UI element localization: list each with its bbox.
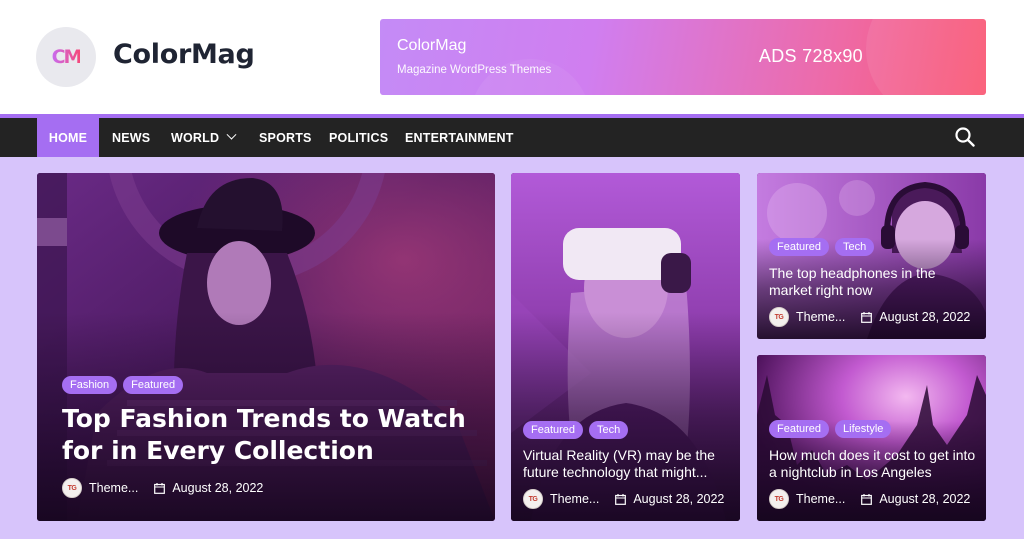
post-title[interactable]: Top Fashion Trends to Watch for in Every… bbox=[62, 403, 482, 467]
post-author[interactable]: Theme... bbox=[89, 481, 138, 495]
tag-tech[interactable]: Tech bbox=[835, 238, 875, 256]
post-author[interactable]: Theme... bbox=[550, 492, 599, 506]
post-meta: TG Theme... August 28, 2022 bbox=[62, 478, 263, 498]
post-date[interactable]: August 28, 2022 bbox=[633, 492, 724, 506]
search-icon[interactable] bbox=[955, 127, 975, 147]
post-date[interactable]: August 28, 2022 bbox=[879, 310, 970, 324]
post-title[interactable]: How much does it cost to get into a nigh… bbox=[769, 447, 979, 481]
site-title[interactable]: ColorMag bbox=[113, 39, 255, 70]
nav-item-label: HOME bbox=[48, 130, 88, 145]
nav-item-label: SPORTS bbox=[259, 130, 312, 145]
tag-featured[interactable]: Featured bbox=[769, 238, 830, 256]
post-meta: TG Theme... August 28, 2022 bbox=[523, 489, 724, 509]
ad-title: ColorMag bbox=[397, 37, 467, 54]
post-tags: Featured Tech bbox=[769, 238, 875, 256]
post-author[interactable]: Theme... bbox=[796, 492, 845, 506]
nav-item-world[interactable]: WORLD bbox=[171, 118, 237, 157]
site-header: CM ColorMag ColorMag Magazine WordPress … bbox=[0, 0, 1024, 114]
logo-text: CM bbox=[51, 46, 83, 68]
author-avatar[interactable]: TG bbox=[769, 307, 789, 327]
author-badge: TG bbox=[67, 484, 77, 492]
post-card-vr[interactable]: Featured Tech Virtual Reality (VR) may b… bbox=[511, 173, 740, 521]
post-title[interactable]: The top headphones in the market right n… bbox=[769, 265, 979, 299]
tag-featured[interactable]: Featured bbox=[769, 420, 830, 438]
chevron-down-icon bbox=[226, 129, 237, 140]
nav-item-label: WORLD bbox=[171, 130, 220, 145]
nav-item-label: POLITICS bbox=[329, 130, 389, 145]
ad-subtitle: Magazine WordPress Themes bbox=[397, 64, 552, 76]
post-tags: Featured Lifestyle bbox=[769, 420, 892, 438]
author-badge: TG bbox=[774, 495, 784, 503]
post-meta: TG Theme... August 28, 2022 bbox=[769, 307, 970, 327]
author-avatar[interactable]: TG bbox=[62, 478, 82, 498]
calendar-icon bbox=[861, 493, 873, 505]
calendar-icon bbox=[861, 311, 873, 323]
post-card-nightclub[interactable]: Featured Lifestyle How much does it cost… bbox=[757, 355, 986, 521]
ad-size-label: ADS 728x90 bbox=[758, 46, 863, 66]
author-avatar[interactable]: TG bbox=[523, 489, 543, 509]
calendar-icon bbox=[615, 493, 627, 505]
tag-featured[interactable]: Featured bbox=[523, 421, 584, 439]
calendar-icon bbox=[154, 482, 166, 494]
tag-fashion[interactable]: Fashion bbox=[62, 376, 118, 394]
post-meta: TG Theme... August 28, 2022 bbox=[769, 489, 970, 509]
post-author[interactable]: Theme... bbox=[796, 310, 845, 324]
tag-featured[interactable]: Featured bbox=[123, 376, 184, 394]
main-navigation: HOME NEWS WORLD SPORTS POLITICS ENTERTAI… bbox=[0, 114, 1024, 157]
nav-item-entertainment[interactable]: ENTERTAINMENT bbox=[405, 118, 514, 157]
nav-item-politics[interactable]: POLITICS bbox=[329, 118, 388, 157]
tag-lifestyle[interactable]: Lifestyle bbox=[835, 420, 892, 438]
site-logo[interactable]: CM bbox=[36, 27, 96, 87]
author-avatar[interactable]: TG bbox=[769, 489, 789, 509]
featured-grid: Fashion Featured Top Fashion Trends to W… bbox=[0, 157, 1024, 539]
post-date[interactable]: August 28, 2022 bbox=[172, 481, 263, 495]
post-tags: Featured Tech bbox=[523, 421, 629, 439]
nav-item-label: NEWS bbox=[112, 130, 151, 145]
post-title[interactable]: Virtual Reality (VR) may be the future t… bbox=[523, 447, 733, 481]
ad-banner[interactable]: ColorMag Magazine WordPress Themes ADS 7… bbox=[380, 19, 986, 95]
nav-item-news[interactable]: NEWS bbox=[112, 118, 150, 157]
nav-item-home[interactable]: HOME bbox=[37, 118, 99, 157]
post-card-headphones[interactable]: Featured Tech The top headphones in the … bbox=[757, 173, 986, 339]
nav-item-sports[interactable]: SPORTS bbox=[259, 118, 312, 157]
author-badge: TG bbox=[528, 495, 538, 503]
tag-tech[interactable]: Tech bbox=[589, 421, 629, 439]
author-badge: TG bbox=[774, 313, 784, 321]
post-date[interactable]: August 28, 2022 bbox=[879, 492, 970, 506]
nav-item-label: ENTERTAINMENT bbox=[405, 130, 514, 145]
post-card-fashion[interactable]: Fashion Featured Top Fashion Trends to W… bbox=[37, 173, 495, 521]
ad-decoration bbox=[866, 19, 986, 95]
post-tags: Fashion Featured bbox=[62, 376, 184, 394]
